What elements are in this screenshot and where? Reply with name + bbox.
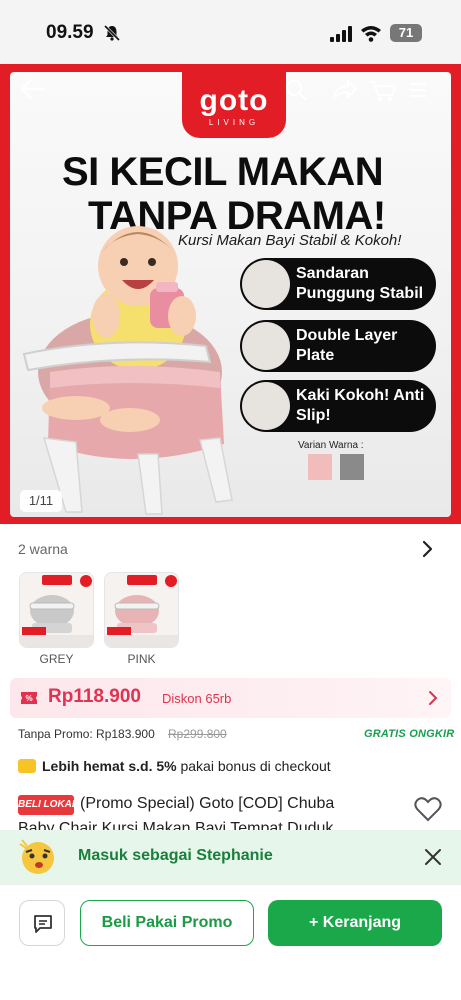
discount-amount: Diskon 65rb	[162, 691, 232, 706]
close-icon[interactable]	[424, 848, 442, 866]
status-time: 09.59	[46, 22, 94, 43]
menu-icon	[410, 82, 426, 98]
variant-thumbnail-grey[interactable]	[19, 572, 94, 648]
color-swatch-pink	[308, 454, 332, 480]
feature-pill: Kaki Kokoh! Anti Slip!	[240, 380, 436, 432]
image-page-indicator: 1/11	[20, 490, 62, 512]
buy-with-promo-button[interactable]: Beli Pakai Promo	[80, 900, 254, 946]
variant-thumbnail-pink[interactable]	[104, 572, 179, 648]
variant-label: GREY	[39, 652, 74, 666]
wifi-icon	[361, 26, 381, 42]
price-promo-bar[interactable]: % Rp118.900 Diskon 65rb	[10, 678, 451, 718]
feature-pill: Double Layer Plate	[240, 320, 436, 372]
emoji-avatar-icon	[19, 839, 54, 874]
beli-lokal-badge: BELI LOKAL	[18, 795, 78, 815]
toolbar-icons	[285, 78, 426, 101]
current-price: Rp118.900	[48, 686, 141, 707]
login-as-text[interactable]: Masuk sebagai Stephanie	[78, 847, 273, 865]
free-shipping-badge: GRATIS ONGKIR	[364, 728, 455, 740]
status-bar: 09.59 71	[0, 0, 461, 64]
feature-thumbnail	[242, 260, 290, 308]
cart-icon	[370, 81, 396, 101]
feature-thumbnail	[242, 322, 290, 370]
chat-icon	[34, 915, 52, 933]
chevron-right-icon[interactable]	[420, 540, 434, 558]
chat-button[interactable]	[19, 900, 65, 946]
hero-headline-1: SI KECIL MAKAN	[62, 150, 384, 194]
coin-icon	[18, 759, 36, 773]
discount-ticket-icon: %	[21, 692, 37, 704]
svg-text:%: %	[25, 694, 32, 703]
product-title-line-2: Baby Chair Kursi Makan Bayi Tempat Duduk	[18, 820, 334, 830]
product-title: BELI LOKAL (Promo Special) Goto [COD] Chu…	[18, 795, 398, 815]
search-icon	[285, 79, 307, 101]
back-arrow-icon[interactable]	[20, 78, 46, 100]
add-to-cart-button[interactable]: + Keranjang	[268, 900, 442, 946]
baby-chair-illustration	[22, 226, 233, 515]
color-swatch-grey	[340, 454, 364, 480]
price-without-promo: Tanpa Promo: Rp183.900	[18, 727, 155, 741]
varian-warna-label: Varian Warna :	[298, 440, 364, 451]
share-icon	[332, 78, 358, 101]
login-suggestion-banner[interactable]: Masuk sebagai Stephanie	[0, 830, 461, 884]
variant-label: PINK	[127, 652, 156, 666]
chair-thumbnail	[20, 573, 93, 647]
bell-muted-icon	[103, 24, 121, 42]
bonus-info: Lebih hemat s.d. 5% pakai bonus di check…	[18, 758, 331, 774]
battery-indicator: 71	[390, 24, 422, 42]
chevron-right-icon	[429, 691, 438, 705]
original-price: Rp299.800	[168, 727, 227, 741]
brand-logo: goto LIVING	[182, 72, 286, 138]
feature-thumbnail	[242, 382, 290, 430]
product-image-carousel[interactable]: goto LIVING SI KECIL MAKAN TANPA DRAMA! …	[0, 64, 461, 524]
variants-count: 2 warna	[18, 541, 68, 557]
chair-thumbnail	[105, 573, 178, 647]
bottom-action-bar: Beli Pakai Promo + Keranjang	[0, 884, 461, 1000]
product-image: goto LIVING SI KECIL MAKAN TANPA DRAMA! …	[10, 72, 451, 517]
cellular-signal-icon	[330, 26, 352, 42]
feature-pill: Sandaran Punggung Stabil	[240, 258, 436, 310]
wishlist-heart-icon[interactable]	[414, 796, 442, 822]
